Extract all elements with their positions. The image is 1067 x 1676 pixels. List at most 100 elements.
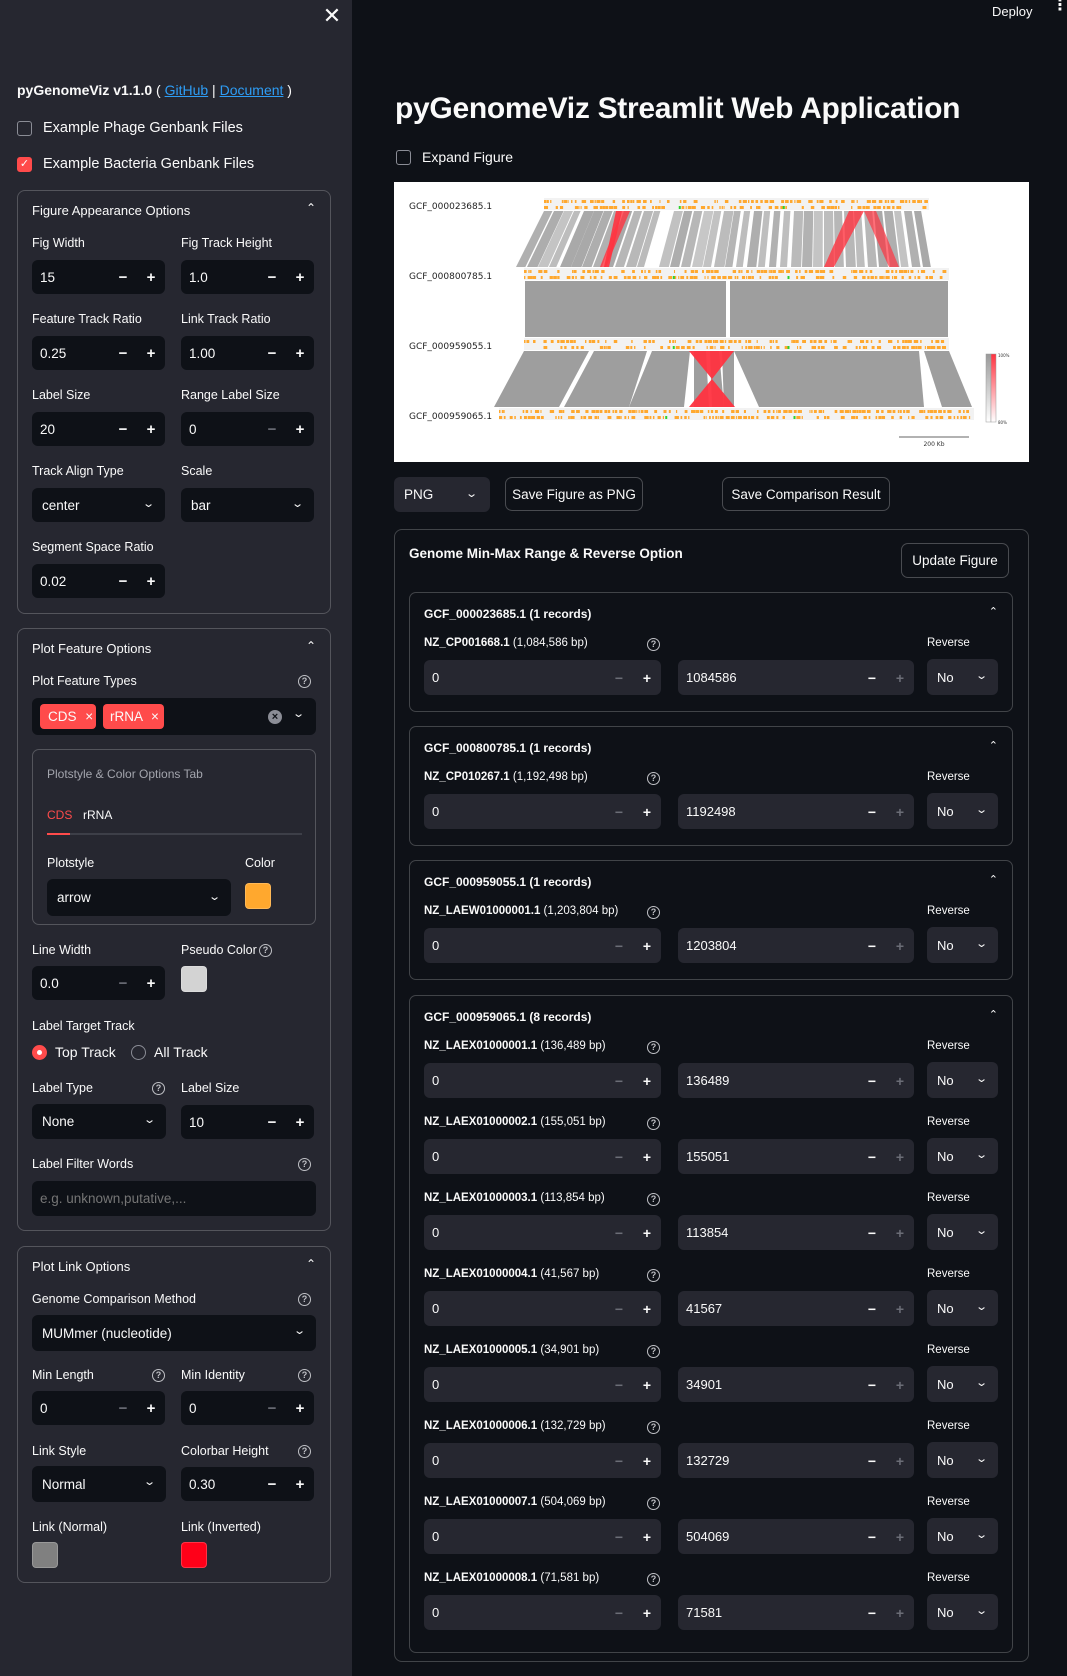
expand-figure-checkbox[interactable]: Expand Figure (396, 149, 513, 165)
decrement-button[interactable]: − (858, 1225, 886, 1241)
value[interactable]: 0.0 (32, 976, 109, 991)
range-min-input[interactable]: 0− + (424, 1215, 661, 1250)
selected-value[interactable]: No (937, 804, 954, 819)
segment-space-ratio-input[interactable]: 0.02 − + (32, 564, 165, 598)
decrement-button[interactable]: − (858, 670, 886, 686)
range-min-input[interactable]: 0− + (424, 1063, 661, 1098)
decrement-button[interactable]: − (605, 804, 633, 820)
increment-button[interactable]: + (137, 975, 165, 992)
increment-button[interactable]: + (633, 670, 661, 686)
checkbox-box[interactable] (396, 149, 411, 165)
range-min-input[interactable]: 0− + (424, 1519, 661, 1554)
increment-button[interactable]: + (886, 1225, 914, 1241)
decrement-button[interactable]: − (858, 1073, 886, 1089)
reverse-select[interactable]: No ⌄ (927, 1214, 998, 1250)
selected-value[interactable]: PNG (404, 487, 433, 502)
chevron-down-icon[interactable]: ⌄ (975, 669, 988, 682)
value[interactable]: 132729 (678, 1453, 858, 1468)
decrement-button[interactable]: − (109, 1400, 137, 1417)
min-length-input[interactable]: 0 − + (32, 1391, 165, 1425)
increment-button[interactable]: + (137, 269, 165, 286)
selected-value[interactable]: No (937, 1225, 954, 1240)
chevron-down-icon[interactable]: ⌄ (143, 1475, 156, 1488)
increment-button[interactable]: + (137, 573, 165, 590)
tag-remove-icon[interactable]: × (151, 709, 159, 724)
decrement-button[interactable]: − (605, 1605, 633, 1621)
label-type-select[interactable]: None ⌄ (32, 1104, 166, 1139)
value[interactable]: 0 (424, 938, 605, 953)
link-track-ratio-input[interactable]: 1.00 − + (181, 336, 314, 370)
help-icon[interactable]: ? (647, 1041, 660, 1054)
track-align-type-select[interactable]: center ⌄ (32, 488, 165, 522)
chevron-down-icon[interactable]: ⌄ (465, 487, 478, 500)
close-sidebar-icon[interactable]: ✕ (320, 4, 344, 28)
value[interactable]: 0 (424, 804, 605, 819)
increment-button[interactable]: + (633, 1453, 661, 1469)
increment-button[interactable]: + (137, 421, 165, 438)
range-min-input[interactable]: 0− + (424, 794, 661, 829)
help-icon[interactable]: ? (647, 1117, 660, 1130)
range-max-input[interactable]: 504069− + (678, 1519, 914, 1554)
value[interactable]: 0.02 (32, 574, 109, 589)
chevron-up-icon[interactable]: ⌃ (306, 1257, 316, 1271)
decrement-button[interactable]: − (605, 938, 633, 954)
decrement-button[interactable]: − (605, 1377, 633, 1393)
range-min-input[interactable]: 0− + (424, 1291, 661, 1326)
value[interactable]: 1084586 (678, 670, 858, 685)
format-select[interactable]: PNG ⌄ (394, 477, 490, 512)
decrement-button[interactable]: − (258, 269, 286, 286)
decrement-button[interactable]: − (605, 1301, 633, 1317)
value[interactable]: 0 (424, 670, 605, 685)
value[interactable]: 10 (181, 1115, 258, 1130)
value[interactable]: 0 (424, 1301, 605, 1316)
help-icon[interactable]: ? (298, 675, 311, 688)
range-min-input[interactable]: 0− + (424, 1595, 661, 1630)
selected-value[interactable]: None (42, 1114, 74, 1129)
reverse-select[interactable]: No ⌄ (927, 927, 998, 963)
decrement-button[interactable]: − (605, 1453, 633, 1469)
check-icon[interactable]: ✓ (17, 156, 32, 172)
min-identity-input[interactable]: 0 − + (181, 1391, 314, 1425)
chevron-down-icon[interactable]: ⌄ (975, 937, 988, 950)
value[interactable]: 155051 (678, 1149, 858, 1164)
radio-top-track[interactable]: Top Track (32, 1044, 116, 1060)
tag-remove-icon[interactable]: × (85, 709, 93, 724)
value[interactable]: 1192498 (678, 804, 858, 819)
range-min-input[interactable]: 0− + (424, 1139, 661, 1174)
comparison-method-select[interactable]: MUMmer (nucleotide) ⌄ (32, 1315, 316, 1351)
increment-button[interactable]: + (286, 1476, 314, 1493)
genome-expander-header[interactable]: GCF_000959055.1 (1 records) (424, 875, 591, 889)
value[interactable]: 0 (181, 422, 258, 437)
checkbox-box[interactable] (17, 120, 32, 136)
help-icon[interactable]: ? (298, 1445, 311, 1458)
increment-button[interactable]: + (886, 1301, 914, 1317)
selected-value[interactable]: bar (191, 498, 211, 513)
panel-title[interactable]: Plot Link Options (32, 1259, 130, 1274)
pseudo-color-picker[interactable] (181, 966, 207, 992)
help-icon[interactable]: ? (298, 1369, 311, 1382)
value[interactable]: 0 (424, 1605, 605, 1620)
range-max-input[interactable]: 34901− + (678, 1367, 914, 1402)
chevron-down-icon[interactable]: ⌄ (975, 1528, 988, 1541)
help-icon[interactable]: ? (152, 1082, 165, 1095)
radio-unselected-icon[interactable] (131, 1044, 146, 1060)
value[interactable]: 0 (424, 1529, 605, 1544)
value[interactable]: 1.00 (181, 346, 258, 361)
range-max-input[interactable]: 1192498− + (678, 794, 914, 829)
reverse-select[interactable]: No ⌄ (927, 659, 998, 695)
reverse-select[interactable]: No ⌄ (927, 1442, 998, 1478)
increment-button[interactable]: + (286, 421, 314, 438)
fig-track-height-input[interactable]: 1.0 − + (181, 260, 314, 294)
document-link[interactable]: Document (220, 82, 284, 98)
update-figure-button[interactable]: Update Figure (901, 543, 1009, 578)
decrement-button[interactable]: − (109, 269, 137, 286)
link-inverted-color-picker[interactable] (181, 1542, 207, 1568)
increment-button[interactable]: + (286, 269, 314, 286)
value[interactable]: 34901 (678, 1377, 858, 1392)
decrement-button[interactable]: − (258, 1114, 286, 1131)
increment-button[interactable]: + (886, 1453, 914, 1469)
selected-value[interactable]: No (937, 938, 954, 953)
increment-button[interactable]: + (886, 1605, 914, 1621)
value[interactable]: 0 (181, 1401, 258, 1416)
increment-button[interactable]: + (886, 938, 914, 954)
